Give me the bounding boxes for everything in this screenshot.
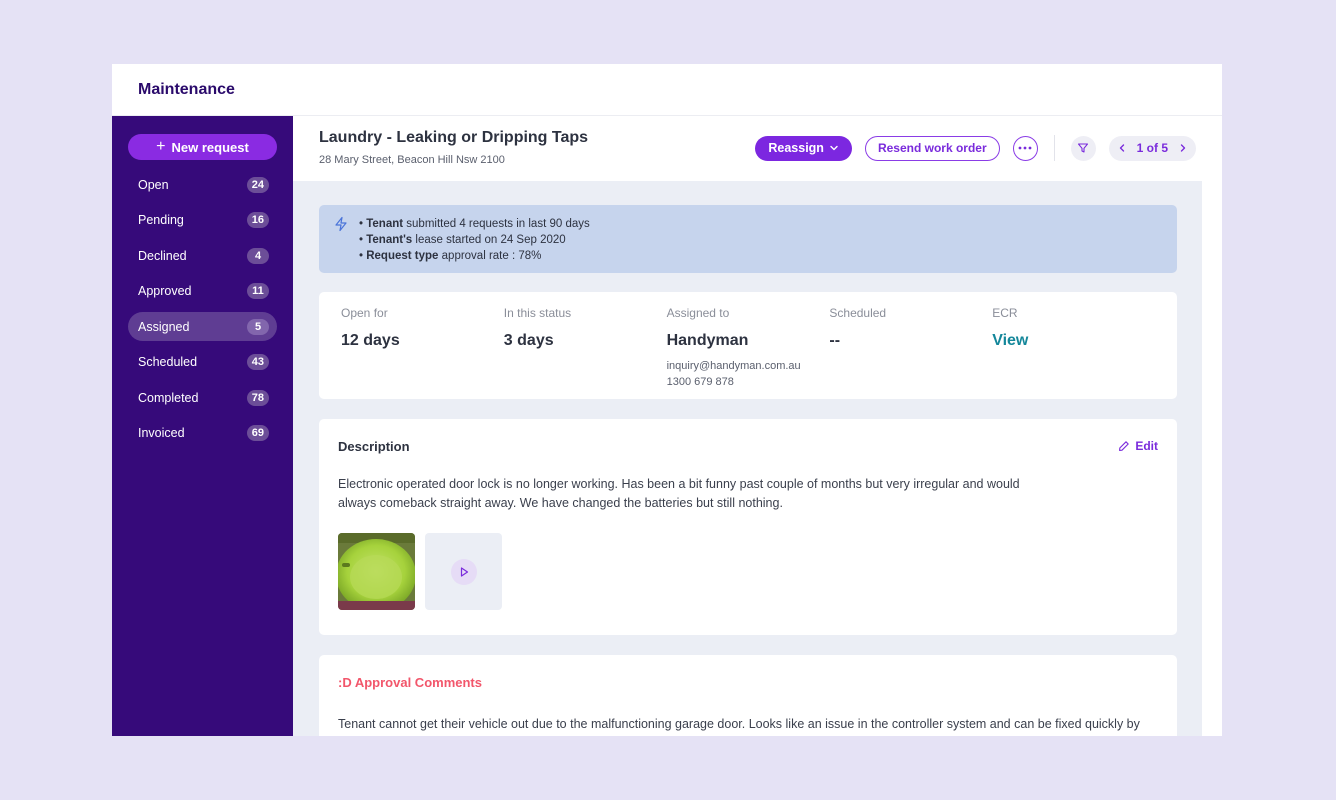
app-window: Maintenance + New request Open 24 Pending…	[112, 64, 1222, 736]
stat-value: --	[829, 332, 841, 349]
comments-title: :D Approval Comments	[338, 675, 482, 690]
request-content: • Tenant submitted 4 requests in last 90…	[293, 181, 1202, 736]
sidebar-item-scheduled[interactable]: Scheduled 43	[128, 348, 277, 377]
property-address: 28 Mary Street, Beacon Hill Nsw 2100	[319, 154, 505, 166]
edit-label: Edit	[1135, 439, 1158, 453]
divider	[1053, 135, 1055, 161]
count-badge: 5	[247, 318, 269, 335]
sidebar-item-completed[interactable]: Completed 78	[128, 383, 277, 412]
sidebar: + New request Open 24 Pending 16 Declined 4…	[112, 116, 293, 736]
assignee-name: Handyman	[666, 332, 749, 349]
ecr-view-link[interactable]: View	[992, 332, 1155, 350]
sidebar-item-label: Assigned	[138, 319, 190, 334]
request-header: Laundry - Leaking or Dripping Taps 28 Ma…	[293, 116, 1222, 181]
media-attachments	[338, 533, 1158, 610]
sidebar-item-label: Pending	[138, 213, 184, 227]
pencil-icon	[1119, 441, 1130, 451]
video-thumbnail[interactable]	[425, 533, 502, 610]
alert-text: approval rate : 78%	[438, 250, 542, 262]
count-badge: 78	[246, 389, 269, 406]
lightning-icon	[335, 216, 347, 232]
reassign-label: Reassign	[768, 141, 824, 155]
stat-ecr: ECR View	[992, 306, 1155, 385]
new-request-button[interactable]: + New request	[128, 134, 277, 160]
pager: 1 of 5	[1108, 135, 1196, 161]
play-icon	[450, 558, 477, 585]
sidebar-item-label: Approved	[138, 284, 192, 298]
description-card: Description Edit Electronic operated doo…	[319, 419, 1177, 635]
chevron-down-icon	[830, 145, 838, 151]
stat-label: Open for	[341, 306, 388, 320]
alert-line: • Tenant's lease started on 24 Sep 2020	[359, 234, 566, 246]
sidebar-item-label: Declined	[138, 248, 187, 263]
filter-icon	[1078, 143, 1089, 153]
count-badge: 24	[246, 176, 269, 193]
alert-line: • Tenant submitted 4 requests in last 90…	[359, 218, 590, 230]
count-badge: 69	[246, 425, 269, 441]
sidebar-item-label: Completed	[138, 390, 199, 405]
comments-text: Tenant cannot get their vehicle out due …	[338, 717, 1140, 731]
alert-text: submitted 4 requests in last 90 days	[403, 218, 590, 230]
description-text: Electronic operated door lock is no long…	[338, 477, 1020, 510]
alert-bold: Request type	[366, 250, 439, 262]
main-panel: Laundry - Leaking or Dripping Taps 28 Ma…	[293, 116, 1222, 736]
stat-open-for: Open for 12 days	[341, 306, 504, 385]
stat-label: In this status	[503, 306, 572, 320]
sidebar-item-assigned[interactable]: Assigned 5	[128, 312, 277, 341]
sidebar-item-pending[interactable]: Pending 16	[128, 206, 277, 235]
sidebar-item-open[interactable]: Open 24	[128, 170, 277, 199]
chevron-right-icon[interactable]	[1178, 143, 1188, 153]
filter-button[interactable]	[1070, 135, 1096, 161]
reassign-button[interactable]: Reassign	[755, 135, 852, 161]
tenant-insights-alert: • Tenant submitted 4 requests in last 90…	[319, 205, 1177, 273]
stat-label: Assigned to	[666, 306, 730, 320]
photo-thumbnail[interactable]	[338, 533, 415, 610]
plus-icon: +	[156, 138, 166, 155]
stat-scheduled: Scheduled --	[829, 306, 992, 385]
stat-in-status: In this status 3 days	[504, 306, 667, 385]
request-stats-card: Open for 12 days In this status 3 days A…	[319, 292, 1177, 399]
alert-bold: Tenant	[366, 218, 404, 230]
more-options-button[interactable]	[1012, 135, 1038, 161]
stat-label: Scheduled	[829, 306, 887, 320]
assignee-email: inquiry@handyman.com.au	[666, 360, 801, 372]
stat-label: ECR	[992, 306, 1018, 320]
stat-value: 3 days	[503, 332, 554, 349]
sidebar-item-label: Scheduled	[138, 355, 198, 369]
header-actions: Reassign Resend work order 1 of 5	[755, 135, 1196, 161]
app-title: Maintenance	[138, 80, 235, 98]
more-horizontal-icon	[1018, 146, 1032, 150]
resend-work-order-button[interactable]: Resend work order	[864, 135, 1000, 161]
chevron-left-icon[interactable]	[1117, 143, 1127, 153]
laundry-basket-photo	[338, 533, 415, 610]
count-badge: 11	[247, 283, 269, 299]
stat-assigned-to: Assigned to Handyman inquiry@handyman.co…	[666, 306, 830, 388]
stat-value: 12 days	[341, 332, 400, 349]
alert-text: lease started on 24 Sep 2020	[412, 234, 566, 246]
sidebar-item-declined[interactable]: Declined 4	[128, 241, 277, 270]
assignee-phone: 1300 679 878	[666, 376, 734, 388]
alert-line: • Request type approval rate : 78%	[359, 250, 542, 262]
sidebar-item-label: Open	[138, 177, 169, 192]
edit-description-button[interactable]: Edit	[1118, 439, 1158, 453]
description-title: Description	[338, 439, 410, 454]
alert-lines: • Tenant submitted 4 requests in last 90…	[359, 216, 590, 263]
assignee-contact: inquiry@handyman.com.au 1300 679 878	[667, 358, 830, 390]
count-badge: 43	[246, 354, 269, 370]
pager-text: 1 of 5	[1136, 141, 1168, 155]
top-bar: Maintenance	[112, 64, 1222, 116]
count-badge: 4	[247, 247, 269, 264]
approval-comments-card: :D Approval Comments Tenant cannot get t…	[319, 655, 1177, 736]
status-nav: Open 24 Pending 16 Declined 4 Approved 11 As…	[128, 170, 277, 448]
page-title: Laundry - Leaking or Dripping Taps	[319, 129, 589, 146]
sidebar-item-invoiced[interactable]: Invoiced 69	[128, 419, 277, 448]
new-request-label: New request	[171, 139, 249, 155]
sidebar-item-approved[interactable]: Approved 11	[128, 277, 277, 306]
alert-bold: Tenant's	[366, 234, 413, 246]
count-badge: 16	[246, 212, 269, 228]
sidebar-item-label: Invoiced	[138, 426, 185, 440]
